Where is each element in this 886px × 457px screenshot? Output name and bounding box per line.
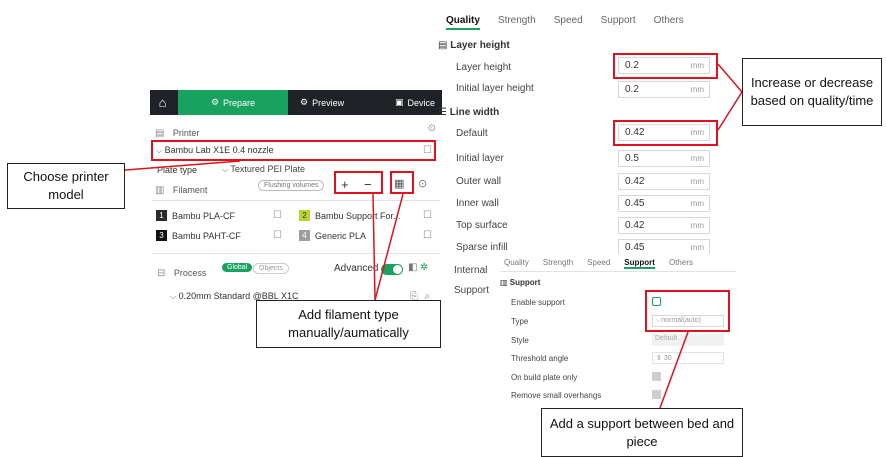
callout-choose-printer: Choose printer model bbox=[7, 163, 125, 209]
line-width-line bbox=[717, 91, 743, 131]
printer-callout-line bbox=[124, 160, 241, 171]
callout-quality-time: Increase or decrease based on quality/ti… bbox=[742, 58, 882, 126]
callout-support: Add a support between bed and piece bbox=[541, 408, 743, 457]
add-filament-line bbox=[372, 193, 376, 301]
callout-add-filament: Add filament type manually/aumatically bbox=[256, 300, 441, 348]
support-callout-line bbox=[659, 331, 689, 409]
auto-filament-line bbox=[374, 193, 404, 301]
layer-height-line bbox=[717, 63, 743, 93]
